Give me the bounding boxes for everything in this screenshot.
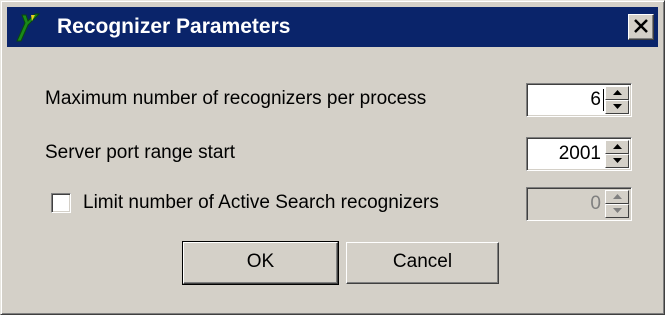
- server-port-decrement-button[interactable]: [605, 154, 629, 168]
- server-port-increment-button[interactable]: [605, 140, 629, 154]
- recognizer-parameters-dialog: Recognizer Parameters Maximum number of …: [0, 0, 665, 315]
- active-search-limit-spin-buttons: [605, 190, 629, 218]
- arrow-up-icon: [613, 144, 622, 149]
- max-recognizers-value[interactable]: 6: [590, 87, 601, 113]
- server-port-label: Server port range start: [45, 142, 236, 163]
- max-recognizers-increment-button[interactable]: [605, 86, 629, 100]
- active-search-limit-spinbox: 0: [526, 187, 632, 221]
- arrow-down-icon: [613, 104, 622, 109]
- max-recognizers-label: Maximum number of recognizers per proces…: [45, 88, 427, 109]
- ok-button[interactable]: OK: [182, 241, 339, 285]
- title-bar[interactable]: Recognizer Parameters: [7, 7, 658, 47]
- arrow-down-icon: [613, 158, 622, 163]
- server-port-value[interactable]: 2001: [559, 141, 601, 167]
- server-port-spinbox[interactable]: 2001: [526, 137, 632, 171]
- active-search-limit-decrement-button: [605, 204, 629, 218]
- limit-active-search-label[interactable]: Limit number of Active Search recognizer…: [83, 191, 439, 215]
- arrow-up-icon: [613, 194, 622, 199]
- arrow-down-icon: [613, 208, 622, 213]
- dialog-title: Recognizer Parameters: [57, 15, 291, 38]
- close-icon: [634, 19, 648, 33]
- max-recognizers-spin-buttons: [605, 86, 629, 114]
- text-caret: [603, 89, 604, 111]
- limit-active-search-checkbox[interactable]: [51, 193, 71, 213]
- active-search-limit-value: 0: [590, 193, 601, 214]
- max-recognizers-decrement-button[interactable]: [605, 100, 629, 114]
- cancel-button[interactable]: Cancel: [346, 242, 499, 284]
- max-recognizers-spinbox[interactable]: 6: [526, 83, 632, 117]
- arrow-up-icon: [613, 90, 622, 95]
- active-search-limit-increment-button: [605, 190, 629, 204]
- close-button[interactable]: [628, 14, 654, 40]
- app-icon: [13, 11, 43, 43]
- server-port-spin-buttons: [605, 140, 629, 168]
